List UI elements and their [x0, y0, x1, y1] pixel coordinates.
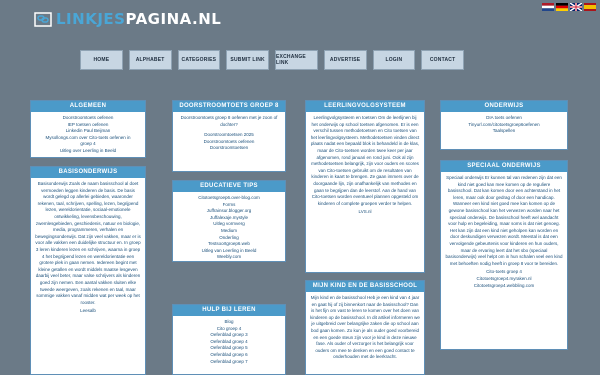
flag-es-icon[interactable]	[584, 3, 596, 11]
nav-submit-link[interactable]: SUBMIT LINK	[226, 50, 269, 70]
panel-text: Basisonderwijs Zoals de naam basisschool…	[31, 178, 145, 318]
flag-de-icon[interactable]	[556, 3, 568, 11]
link-item[interactable]: LVS.nl	[310, 209, 420, 216]
flag-uk-icon[interactable]	[570, 3, 582, 11]
panel-title: ONDERWIJS	[441, 101, 567, 112]
logo-text-part2: PAGINA.NL	[125, 10, 222, 28]
main-nav: HOME ALPHABET CATEGORIES SUBMIT LINK EXC…	[80, 50, 464, 70]
link-item[interactable]: Cito-toets groep 4	[445, 269, 563, 276]
link-item[interactable]: Oefenblad groep 7	[177, 359, 281, 366]
panel-links: Doorstroomtoets oefenen IEP toetsen oefe…	[31, 112, 145, 158]
logo-text-part1: LINKJES	[56, 10, 126, 28]
panel-mijn-kind: MIJN KIND EN DE BASISSCHOOL Mijn kind en…	[305, 280, 425, 375]
nav-advertise[interactable]: ADVERTISE	[323, 50, 367, 70]
nav-home[interactable]: HOME	[80, 50, 123, 70]
nav-categories[interactable]: CATEGORIES	[177, 50, 221, 70]
link-item[interactable]: Oefenblad groep 3	[177, 332, 281, 339]
chain-link-icon	[34, 10, 52, 28]
panel-paragraph: Mijn kind en de basisschool Heb je een k…	[310, 295, 420, 360]
link-item[interactable]: Linkedin Paul Beijman	[35, 128, 141, 135]
panel-hulp-bij-leren: HULP BIJ LEREN Blog Cito groep 4 Oefenbl…	[172, 304, 286, 375]
link-item[interactable]: groep 4	[35, 141, 141, 148]
link-item[interactable]: Medium	[177, 228, 281, 235]
link-item[interactable]: Juffalexaje.mystyle	[177, 215, 281, 222]
panel-title: MIJN KIND EN DE BASISSCHOOL	[306, 281, 424, 292]
panel-title: EDUCATIEVE TIPS	[173, 181, 285, 192]
link-item[interactable]: Doorstroomtoets oefenen	[177, 139, 281, 146]
panel-title: LEERLINGVOLGSYSTEEM	[306, 101, 424, 112]
link-item[interactable]: Citotoetsgroep4.webbling.com	[445, 283, 563, 290]
panel-text: Mijn kind en de basisschool Heb je een k…	[306, 292, 424, 364]
link-item[interactable]: Citotoetsgroep4.myraken.nl	[445, 276, 563, 283]
link-item[interactable]: Forms	[177, 202, 281, 209]
link-item[interactable]: Uitleg over Leerling in Beeld	[35, 148, 141, 155]
panel-onderwijs: ONDERWIJS DIA toets oefenen Tinyurl.com/…	[440, 100, 568, 150]
link-item[interactable]: Mysollongs.com over Cito-toets oefenen i…	[35, 135, 141, 142]
panel-basisonderwijs: BASISONDERWIJS Basisonderwijs Zoals de n…	[30, 166, 146, 375]
language-flags	[542, 3, 596, 11]
link-item[interactable]: Doorstroomtoets oefenen	[35, 115, 141, 122]
panel-leerlingvolgsysteem: LEERLINGVOLGSYSTEEM Leerlingvolgsysteem …	[305, 100, 425, 273]
panel-intro: Doorstroomtoets groep 8 oefenen met je z…	[180, 115, 278, 127]
link-item[interactable]: Citotoetsgroep6.over-blog.com	[177, 195, 281, 202]
panel-title: SPECIAAL ONDERWIJS	[441, 161, 567, 172]
link-item[interactable]: Uitleg vormverg	[177, 221, 281, 228]
link-item[interactable]: Juffrainsur.blogger.org	[177, 208, 281, 215]
panel-title: DOORSTROOMTOETS GROEP 8	[173, 101, 285, 112]
link-item[interactable]: Uitleg van Leerling in Beeld	[177, 248, 281, 255]
nav-contact[interactable]: CONTACT	[421, 50, 464, 70]
link-item[interactable]: IEP toetsen oefenen	[35, 122, 141, 129]
header: LINKJESPAGINA.NL	[0, 0, 600, 44]
link-item[interactable]: Oefenblad groep 4	[177, 339, 281, 346]
panel-links: Blog Cito groep 4 Oefenblad groep 3 Oefe…	[173, 316, 285, 368]
flag-nl-icon[interactable]	[542, 3, 554, 11]
link-item[interactable]: Weebly.com	[177, 254, 281, 261]
nav-login[interactable]: LOGIN	[372, 50, 416, 70]
link-item[interactable]: Doorstroomtoetsen 2025	[177, 132, 281, 139]
panel-title: ALGEMEEN	[31, 101, 145, 112]
panel-educatieve-tips: EDUCATIEVE TIPS Citotoetsgroep6.over-blo…	[172, 180, 286, 262]
link-item[interactable]: Oefenblad groep 6	[177, 352, 281, 359]
panel-text: Speciaal onderwijs Er kunnen tal van red…	[441, 172, 567, 292]
panel-paragraph: Basisonderwijs Zoals de naam basisschool…	[35, 181, 141, 305]
link-item[interactable]: Taalspellen	[445, 128, 563, 135]
panel-paragraph: Leerlingvolgsysteem en toetsen Om de lee…	[310, 115, 420, 206]
logo-text: LINKJESPAGINA.NL	[56, 10, 221, 28]
link-item[interactable]: Onderling	[177, 235, 281, 242]
nav-exchange-link[interactable]: EXCHANGE LINK	[275, 50, 318, 70]
panel-speciaal-onderwijs: SPECIAAL ONDERWIJS Speciaal onderwijs Er…	[440, 160, 568, 350]
panel-links: Citotoetsgroep6.over-blog.com Forms Juff…	[173, 192, 285, 264]
link-item[interactable]: Cito groep 4	[177, 326, 281, 333]
link-item[interactable]: Leesalb	[35, 308, 141, 315]
panel-paragraph: Speciaal onderwijs Er kunnen tal van red…	[445, 175, 563, 266]
panel-text: Leerlingvolgsysteem en toetsen Om de lee…	[306, 112, 424, 219]
panel-title: BASISONDERWIJS	[31, 167, 145, 178]
panel-links: Doorstroomtoets groep 8 oefenen met je z…	[173, 112, 285, 155]
link-item[interactable]: Tinyurl.com/citotoetsgroep6oefenen	[445, 122, 563, 129]
nav-alphabet[interactable]: ALPHABET	[128, 50, 172, 70]
link-item[interactable]: Oefenblad groep 5	[177, 345, 281, 352]
link-item[interactable]: Doorstroomtoetsen	[177, 145, 281, 152]
panel-algemeen: ALGEMEEN Doorstroomtoets oefenen IEP toe…	[30, 100, 146, 158]
link-item[interactable]: Blog	[177, 319, 281, 326]
panel-links: DIA toets oefenen Tinyurl.com/citotoetsg…	[441, 112, 567, 138]
link-item[interactable]: DIA toets oefenen	[445, 115, 563, 122]
panel-doorstroomtoets: DOORSTROOMTOETS GROEP 8 Doorstroomtoets …	[172, 100, 286, 172]
panel-title: HULP BIJ LEREN	[173, 305, 285, 316]
site-logo[interactable]: LINKJESPAGINA.NL	[34, 8, 221, 30]
link-item[interactable]: Testsoortgroep6.web	[177, 241, 281, 248]
